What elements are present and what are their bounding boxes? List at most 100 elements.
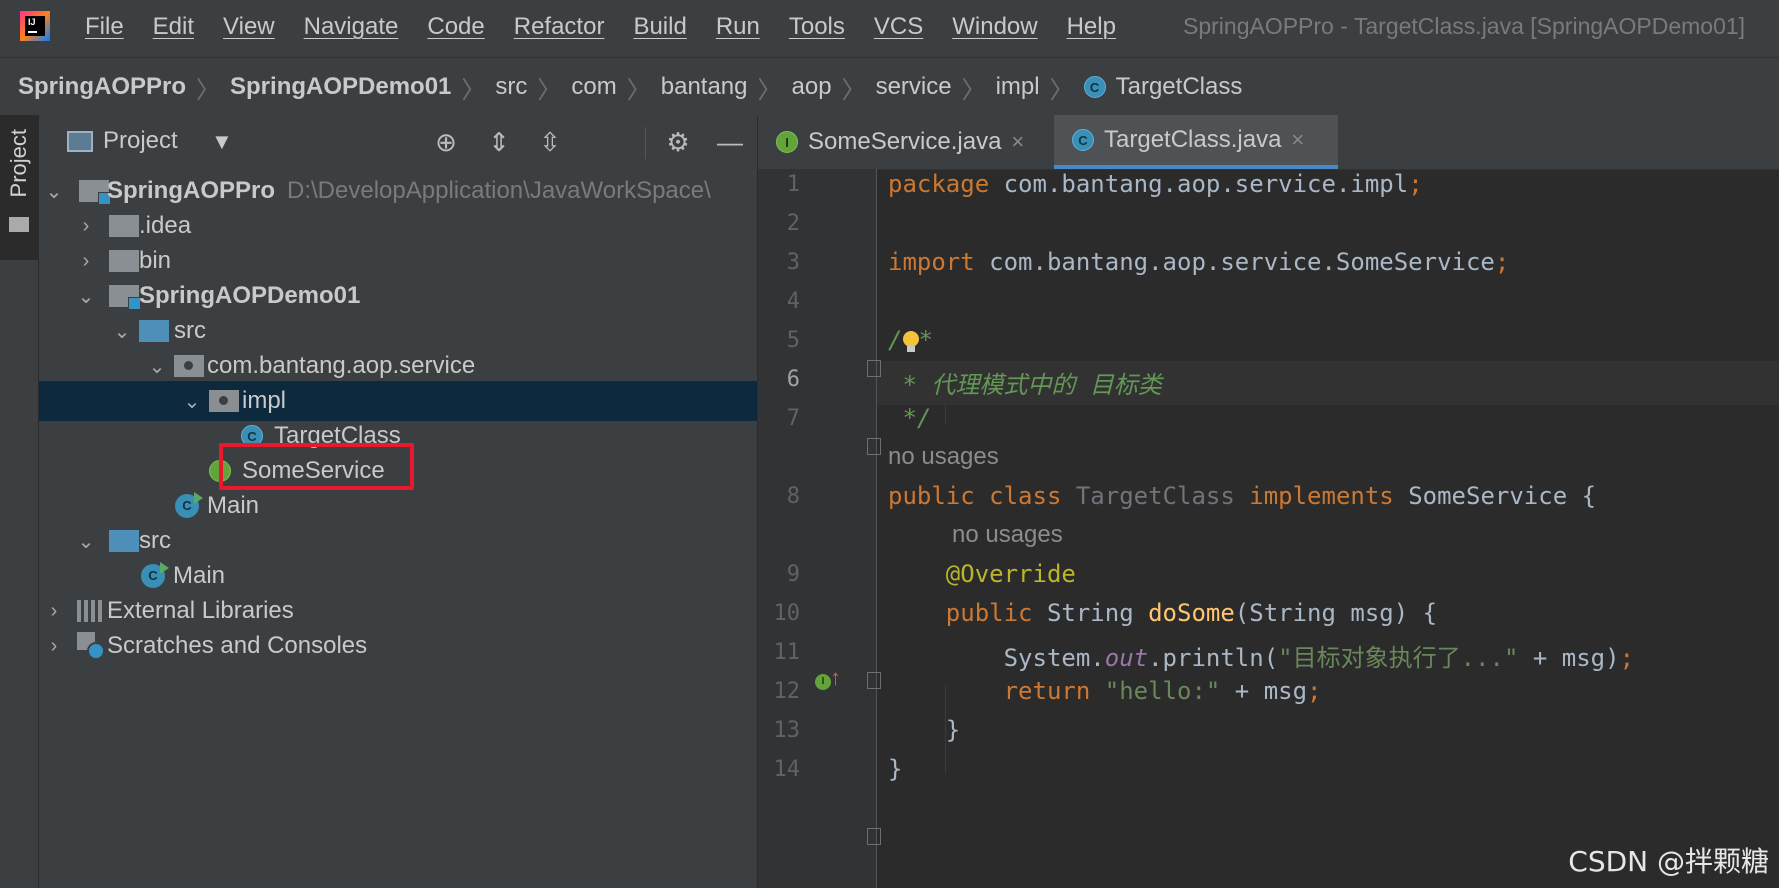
menu-vcs[interactable]: VCS bbox=[874, 13, 923, 41]
breadcrumb-separator: 〉 bbox=[961, 76, 986, 104]
tab-someservice[interactable]: I SomeService.java × bbox=[758, 115, 1054, 169]
breadcrumb-item[interactable]: impl bbox=[996, 73, 1040, 101]
folder-icon bbox=[9, 217, 29, 232]
menu-refactor[interactable]: Refactor bbox=[514, 13, 605, 41]
breadcrumb-separator: 〉 bbox=[196, 76, 221, 104]
code-line: @Override bbox=[945, 560, 1076, 588]
menu-navigate[interactable]: Navigate bbox=[304, 13, 399, 41]
breadcrumb-item[interactable]: service bbox=[876, 73, 952, 101]
chevron-right-icon[interactable]: › bbox=[76, 250, 96, 273]
menu-code[interactable]: Code bbox=[427, 13, 484, 41]
tree-item-package[interactable]: ⌄ com.bantang.aop.service bbox=[39, 346, 757, 386]
menu-build[interactable]: Build bbox=[633, 13, 686, 41]
tree-item-src[interactable]: ⌄ src bbox=[39, 311, 757, 351]
breadcrumb-item-current[interactable]: C TargetClass bbox=[1083, 73, 1243, 101]
arrow-up-icon[interactable]: ↑ bbox=[830, 665, 841, 691]
tree-item-src[interactable]: ⌄ src bbox=[39, 521, 757, 561]
menu-edit[interactable]: Edit bbox=[153, 13, 194, 41]
line-number: 5 bbox=[786, 328, 800, 353]
breadcrumb-item[interactable]: SpringAOPPro bbox=[18, 73, 186, 101]
code-line: return "hello:" + msg; bbox=[1003, 677, 1322, 705]
class-icon: C bbox=[1083, 76, 1106, 98]
breadcrumb-item[interactable]: SpringAOPDemo01 bbox=[230, 73, 451, 101]
fold-icon[interactable] bbox=[867, 672, 881, 689]
tree-item-label: src bbox=[139, 527, 171, 554]
minimize-icon[interactable]: — bbox=[713, 125, 747, 159]
lightbulb-icon[interactable] bbox=[902, 331, 920, 353]
line-number: 6 bbox=[786, 367, 800, 392]
tree-item-main[interactable]: C Main bbox=[39, 556, 757, 596]
tree-item-module[interactable]: ⌄ SpringAOPDemo01 bbox=[39, 276, 757, 316]
package-icon bbox=[209, 390, 239, 412]
implements-method-icon[interactable]: I bbox=[815, 674, 831, 690]
tree-item-bin[interactable]: › bin bbox=[39, 241, 757, 281]
tree-item-impl[interactable]: ⌄ impl bbox=[39, 381, 757, 421]
usage-hint[interactable]: no usages bbox=[952, 521, 1063, 549]
chevron-down-icon[interactable]: ⌄ bbox=[76, 529, 96, 554]
menu-window[interactable]: Window bbox=[952, 13, 1037, 41]
close-icon[interactable]: × bbox=[1011, 129, 1024, 155]
fold-icon[interactable] bbox=[867, 438, 881, 455]
code-line: } bbox=[888, 755, 903, 783]
line-number: 13 bbox=[773, 718, 801, 743]
editor-gutter[interactable]: 1 2 3 4 5 6 7 8 9 10 11 12 13 14 bbox=[758, 169, 877, 888]
tree-item-label: com.bantang.aop.service bbox=[207, 352, 476, 379]
tree-item-main[interactable]: C Main bbox=[39, 486, 757, 526]
breadcrumb-item-label: TargetClass bbox=[1115, 73, 1243, 100]
menu-file[interactable]: File bbox=[85, 13, 124, 41]
usage-hint[interactable]: no usages bbox=[888, 443, 999, 471]
code-line: public class TargetClass implements Some… bbox=[888, 482, 1597, 510]
chevron-down-icon[interactable]: ⌄ bbox=[44, 179, 64, 204]
breadcrumb-separator: 〉 bbox=[757, 76, 782, 104]
breadcrumb-item[interactable]: src bbox=[495, 73, 527, 101]
gear-icon[interactable]: ⚙ bbox=[661, 125, 695, 159]
chevron-down-icon[interactable]: ⌄ bbox=[147, 354, 167, 379]
chevron-down-icon[interactable]: ⌄ bbox=[76, 284, 96, 309]
project-panel-header: Project ▼ ⊕ ⇕ ⇳ ⚙ — bbox=[39, 115, 757, 170]
intellij-logo-icon[interactable]: IJ bbox=[20, 11, 50, 41]
locate-icon[interactable]: ⊕ bbox=[429, 125, 463, 159]
fold-icon[interactable] bbox=[867, 828, 881, 845]
library-icon bbox=[77, 600, 105, 622]
chevron-down-icon[interactable]: ▼ bbox=[211, 129, 233, 155]
project-tool-tab[interactable]: Project bbox=[0, 115, 38, 260]
code-line: */ bbox=[888, 404, 932, 432]
menu-run[interactable]: Run bbox=[716, 13, 760, 41]
chevron-down-icon[interactable]: ⌄ bbox=[112, 319, 132, 344]
line-number: 1 bbox=[786, 172, 800, 197]
tree-item-label: .idea bbox=[139, 212, 192, 239]
chevron-down-icon[interactable]: ⌄ bbox=[182, 389, 202, 414]
menu-help[interactable]: Help bbox=[1067, 13, 1116, 41]
breadcrumb-item[interactable]: bantang bbox=[661, 73, 748, 101]
tree-item-label: External Libraries bbox=[107, 597, 294, 624]
menu-view[interactable]: View bbox=[223, 13, 275, 41]
project-panel-title[interactable]: Project bbox=[103, 127, 178, 155]
line-number: 11 bbox=[773, 640, 801, 665]
tab-targetclass[interactable]: C TargetClass.java × bbox=[1054, 115, 1338, 169]
tree-item-scratches[interactable]: › Scratches and Consoles bbox=[39, 626, 757, 666]
tree-item-external-libraries[interactable]: › External Libraries bbox=[39, 591, 757, 631]
source-folder-icon bbox=[139, 320, 169, 342]
menu-tools[interactable]: Tools bbox=[789, 13, 845, 41]
breadcrumb-item[interactable]: aop bbox=[792, 73, 832, 101]
expand-all-icon[interactable]: ⇕ bbox=[482, 125, 516, 159]
chevron-right-icon[interactable]: › bbox=[44, 635, 64, 658]
window-title: SpringAOPPro - TargetClass.java [SpringA… bbox=[1183, 13, 1746, 39]
fold-icon[interactable] bbox=[867, 360, 881, 377]
source-folder-icon bbox=[109, 530, 139, 552]
close-icon[interactable]: × bbox=[1291, 127, 1304, 153]
module-icon bbox=[109, 285, 141, 310]
tree-item-label: SpringAOPDemo01 bbox=[139, 282, 361, 309]
tree-item-root[interactable]: ⌄ SpringAOPPro D:\DevelopApplication\Java… bbox=[39, 171, 757, 211]
chevron-right-icon[interactable]: › bbox=[76, 215, 96, 238]
code-area[interactable]: package com.bantang.aop.service.impl; im… bbox=[877, 169, 1779, 888]
chevron-right-icon[interactable]: › bbox=[44, 600, 64, 623]
breadcrumb-item[interactable]: com bbox=[571, 73, 616, 101]
package-icon bbox=[174, 355, 204, 377]
watermark: CSDN @拌颗糖 bbox=[1568, 845, 1769, 878]
collapse-all-icon[interactable]: ⇳ bbox=[533, 125, 567, 159]
breadcrumb-separator: 〉 bbox=[841, 76, 866, 104]
line-number: 9 bbox=[786, 562, 800, 587]
tree-item-idea[interactable]: › .idea bbox=[39, 206, 757, 246]
breadcrumb-separator: 〉 bbox=[537, 76, 562, 104]
